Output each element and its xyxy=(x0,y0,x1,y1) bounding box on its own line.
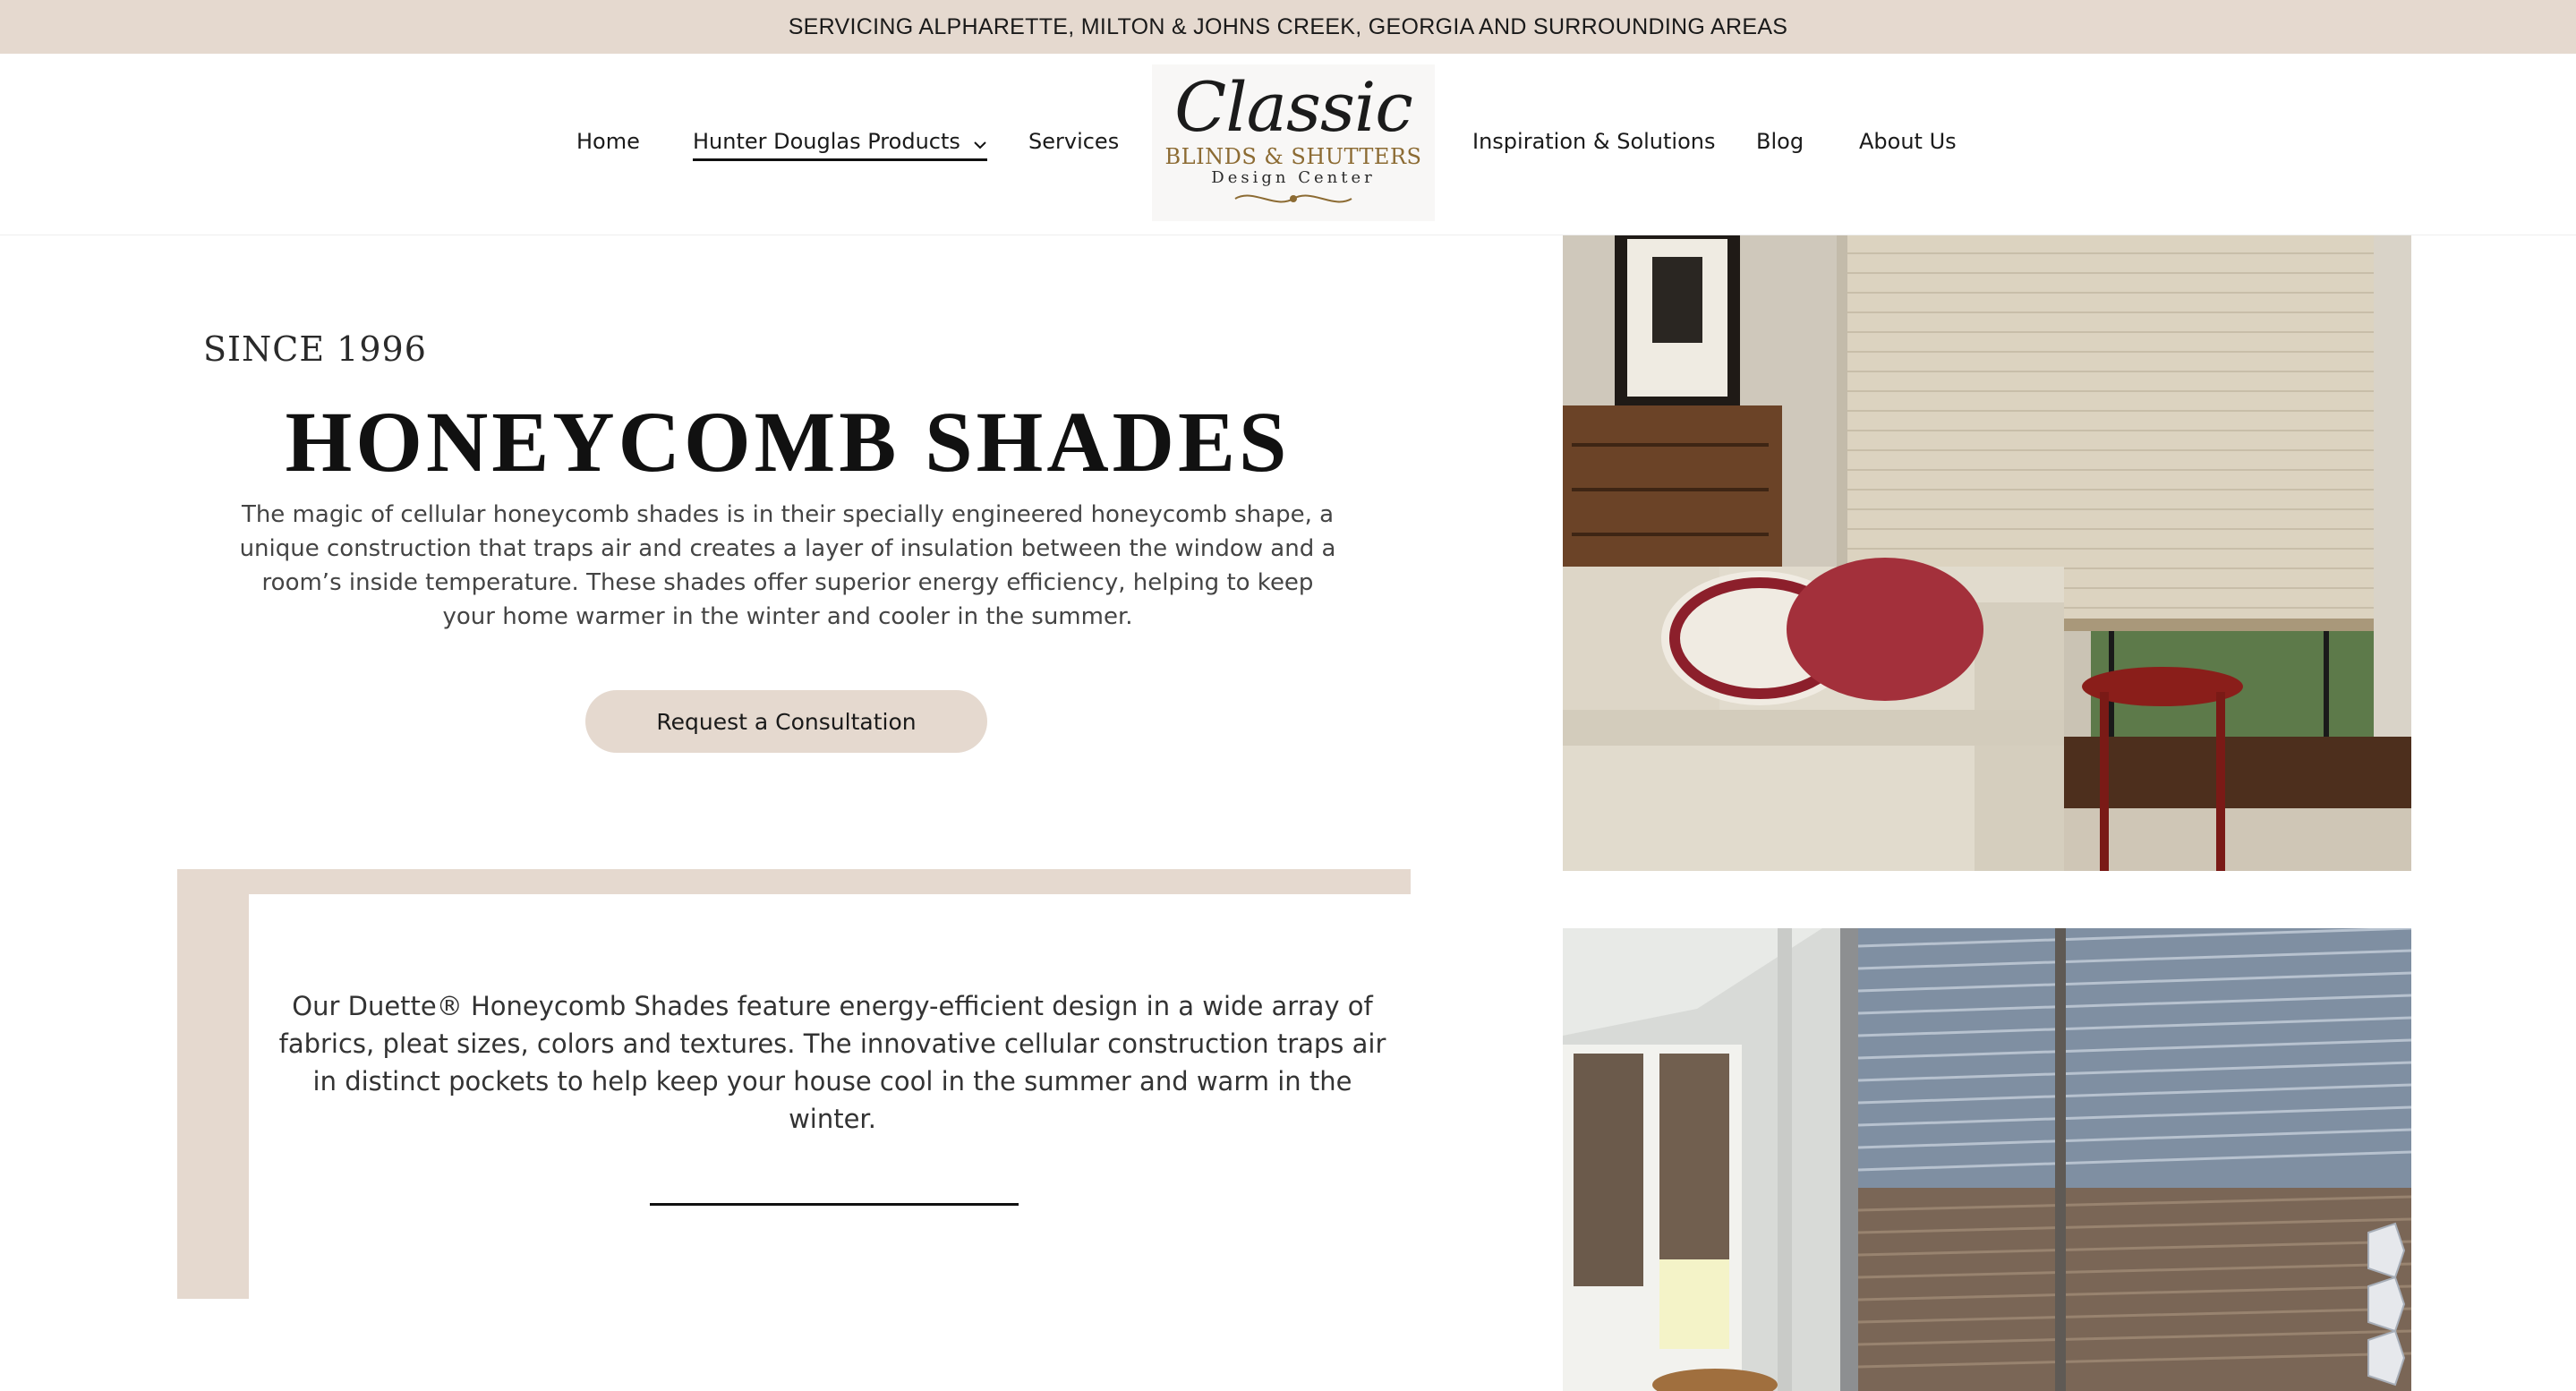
logo-subtitle: BLINDS & SHUTTERS xyxy=(1164,144,1422,169)
living-room-shade-photo xyxy=(1563,235,2411,871)
nav-home[interactable]: Home xyxy=(576,129,640,154)
feature-panel-top-border xyxy=(177,869,1411,894)
logo-script-text: Classic xyxy=(1174,67,1413,147)
nav-products-label: Hunter Douglas Products xyxy=(693,129,960,154)
request-consultation-button[interactable]: Request a Consultation xyxy=(585,690,987,753)
feature-panel-left-border xyxy=(177,869,249,1299)
announcement-bar: SERVICING ALPHARETTE, MILTON & JOHNS CRE… xyxy=(0,0,2576,54)
logo-tagline: Design Center xyxy=(1211,168,1376,187)
nav-about-us[interactable]: About Us xyxy=(1859,129,1957,154)
site-logo[interactable]: Classic BLINDS & SHUTTERS Design Center xyxy=(1152,64,1435,221)
page-title: HONEYCOMB SHADES xyxy=(285,394,1291,490)
hero-intro-text: The magic of cellular honeycomb shades i… xyxy=(239,501,1336,630)
nav-blog[interactable]: Blog xyxy=(1756,129,1804,154)
feature-text: Our Duette® Honeycomb Shades feature ene… xyxy=(278,991,1386,1134)
logo-flourish-icon xyxy=(1234,194,1352,203)
chevron-down-icon xyxy=(973,130,987,155)
feature-divider xyxy=(650,1203,1019,1206)
hero-eyebrow: SINCE 1996 xyxy=(203,329,427,369)
sunroom-shade-photo xyxy=(1563,928,2411,1391)
site-header: Home Hunter Douglas Products Services Cl… xyxy=(0,54,2576,235)
nav-hunter-douglas-products[interactable]: Hunter Douglas Products xyxy=(693,129,987,161)
nav-inspiration-solutions[interactable]: Inspiration & Solutions xyxy=(1472,129,1716,154)
nav-services[interactable]: Services xyxy=(1028,129,1119,154)
announcement-text: SERVICING ALPHARETTE, MILTON & JOHNS CRE… xyxy=(788,13,1788,39)
